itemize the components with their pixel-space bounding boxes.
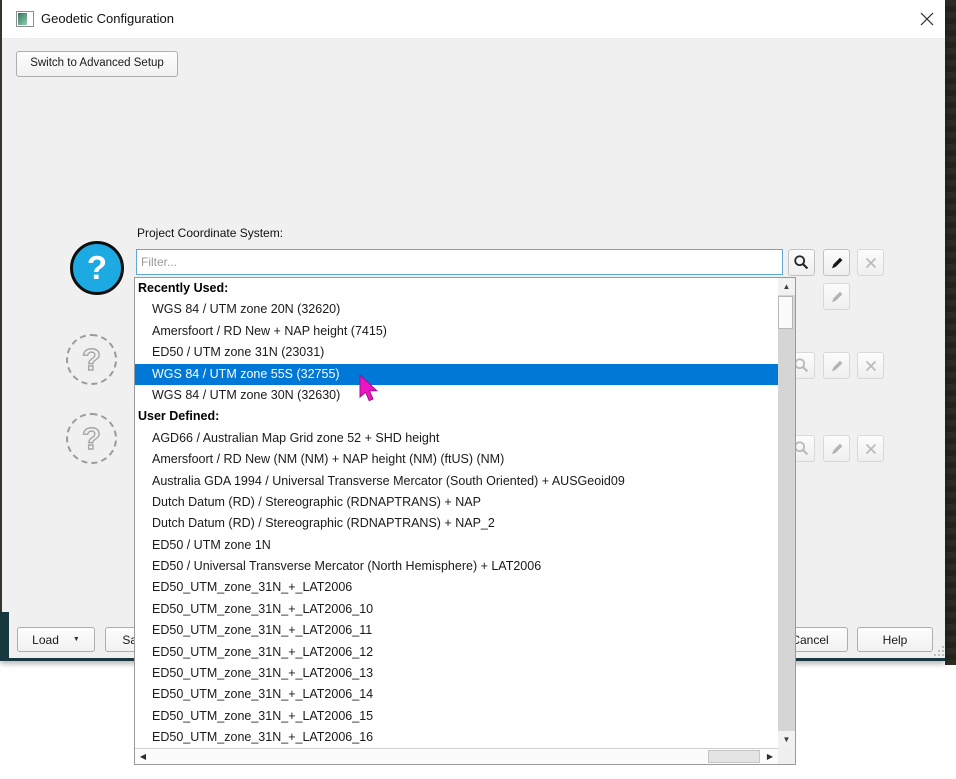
clear-icon: [864, 359, 878, 373]
list-item[interactable]: ED50_UTM_zone_31N_+_LAT2006_14: [135, 684, 778, 705]
list-item[interactable]: WGS 84 / UTM zone 20N (32620): [135, 299, 778, 320]
placeholder-question-icon: ?: [66, 413, 117, 464]
list-item[interactable]: ED50 / Universal Transverse Mercator (No…: [135, 556, 778, 577]
list-item[interactable]: ED50 / UTM zone 31N (23031): [135, 342, 778, 363]
pencil-icon: [829, 289, 845, 305]
scrollbar-corner: [778, 748, 795, 764]
list-item-selected[interactable]: WGS 84 / UTM zone 55S (32755): [135, 364, 778, 385]
scroll-right-button[interactable]: ▶: [762, 749, 778, 764]
desktop-background-right: [945, 0, 956, 665]
coordinate-system-dropdown: Recently Used: WGS 84 / UTM zone 20N (32…: [134, 277, 796, 765]
list-item[interactable]: AGD66 / Australian Map Grid zone 52 + SH…: [135, 428, 778, 449]
scroll-right-icon: ▶: [767, 752, 773, 761]
list-item[interactable]: Australia GDA 1994 / Universal Transvers…: [135, 471, 778, 492]
pencil-icon: [829, 441, 845, 457]
chevron-down-icon: ▼: [73, 636, 80, 643]
scroll-left-icon: ◀: [140, 752, 146, 761]
clear-button[interactable]: [857, 249, 884, 276]
list-item[interactable]: WGS 84 / UTM zone 30N (32630): [135, 385, 778, 406]
edit-button-disabled[interactable]: [823, 283, 850, 310]
search-icon: [793, 254, 810, 271]
scroll-down-icon: ▼: [783, 735, 791, 744]
clear-icon: [864, 442, 878, 456]
help-label: Help: [883, 633, 908, 647]
list-item[interactable]: ED50 / UTM zone 1N: [135, 535, 778, 556]
edit-button-disabled[interactable]: [823, 435, 850, 462]
list-item[interactable]: ED50_UTM_zone_31N_+_LAT2006_12: [135, 642, 778, 663]
horizontal-scrollbar[interactable]: ◀ ▶: [135, 748, 778, 764]
question-glyph: ?: [82, 342, 101, 378]
list-item[interactable]: ED50_UTM_zone_31N_+_LAT2006_15: [135, 706, 778, 727]
clear-icon: [864, 256, 878, 270]
question-glyph: ?: [82, 421, 101, 457]
close-icon: [920, 12, 934, 26]
cancel-label: Cancel: [791, 633, 828, 647]
app-icon: [16, 11, 34, 27]
horizontal-scroll-thumb[interactable]: [708, 750, 760, 763]
scroll-up-icon: ▲: [783, 282, 791, 291]
list-item[interactable]: ED50_UTM_zone_31N_+_LAT2006: [135, 577, 778, 598]
close-button[interactable]: [910, 6, 944, 32]
list-section-header: User Defined:: [135, 406, 778, 427]
project-coordinate-system-label: Project Coordinate System:: [137, 226, 283, 240]
vertical-scroll-thumb[interactable]: [778, 296, 793, 329]
question-glyph: ?: [87, 249, 107, 287]
scroll-up-button[interactable]: ▲: [778, 278, 795, 295]
pencil-icon: [829, 255, 845, 271]
window-title: Geodetic Configuration: [41, 0, 174, 38]
pencil-icon: [829, 358, 845, 374]
help-question-icon: ?: [70, 241, 124, 295]
title-bar[interactable]: Geodetic Configuration: [2, 0, 945, 39]
load-button[interactable]: Load ▼: [17, 627, 95, 652]
desktop-background-bottom-left: [0, 612, 9, 661]
list-item[interactable]: Dutch Datum (RD) / Stereographic (RDNAPT…: [135, 513, 778, 534]
search-button[interactable]: [788, 249, 815, 276]
edit-button-disabled[interactable]: [823, 352, 850, 379]
dropdown-list: Recently Used: WGS 84 / UTM zone 20N (32…: [135, 278, 778, 748]
clear-button-disabled[interactable]: [857, 435, 884, 462]
scroll-down-button[interactable]: ▼: [778, 731, 795, 748]
placeholder-question-icon: ?: [66, 334, 117, 385]
filter-input[interactable]: [136, 249, 783, 275]
list-section-header: Recently Used:: [135, 278, 778, 299]
edit-button[interactable]: [823, 249, 850, 276]
list-item[interactable]: ED50_UTM_zone_31N_+_LAT2006_11: [135, 620, 778, 641]
list-item[interactable]: ED50_UTM_zone_31N_+_LAT2006_10: [135, 599, 778, 620]
switch-to-advanced-setup-button[interactable]: Switch to Advanced Setup: [16, 51, 178, 77]
help-button[interactable]: Help: [857, 627, 933, 652]
screen: Geodetic Configuration Switch to Advance…: [0, 0, 956, 779]
load-label: Load: [32, 633, 59, 647]
clear-button-disabled[interactable]: [857, 352, 884, 379]
list-item[interactable]: Dutch Datum (RD) / Stereographic (RDNAPT…: [135, 492, 778, 513]
list-item[interactable]: Amersfoort / RD New (NM (NM) + NAP heigh…: [135, 449, 778, 470]
scroll-left-button[interactable]: ◀: [135, 749, 151, 764]
vertical-scrollbar[interactable]: ▲ ▼: [778, 278, 795, 748]
resize-grip[interactable]: [932, 644, 945, 657]
list-item[interactable]: Amersfoort / RD New + NAP height (7415): [135, 321, 778, 342]
list-item[interactable]: ED50_UTM_zone_31N_+_LAT2006_16: [135, 727, 778, 748]
list-item[interactable]: ED50_UTM_zone_31N_+_LAT2006_13: [135, 663, 778, 684]
